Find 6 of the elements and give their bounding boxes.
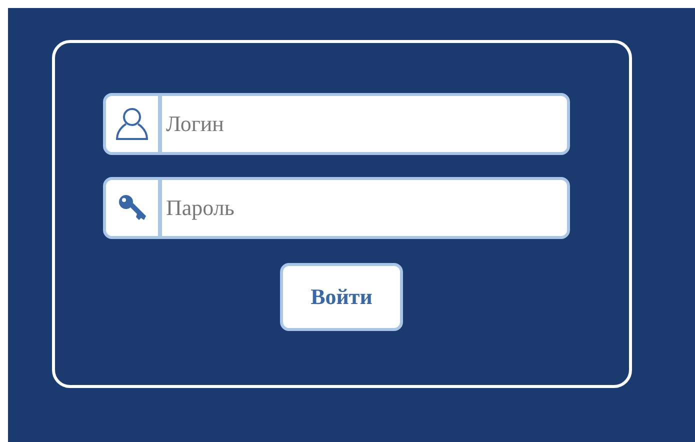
password-field[interactable]: Пароль (103, 177, 570, 239)
login-field[interactable]: Логин (103, 93, 570, 155)
password-input[interactable]: Пароль (162, 180, 567, 236)
user-icon (114, 106, 150, 142)
login-input[interactable]: Логин (162, 96, 567, 152)
login-button[interactable]: Войти (280, 263, 403, 331)
